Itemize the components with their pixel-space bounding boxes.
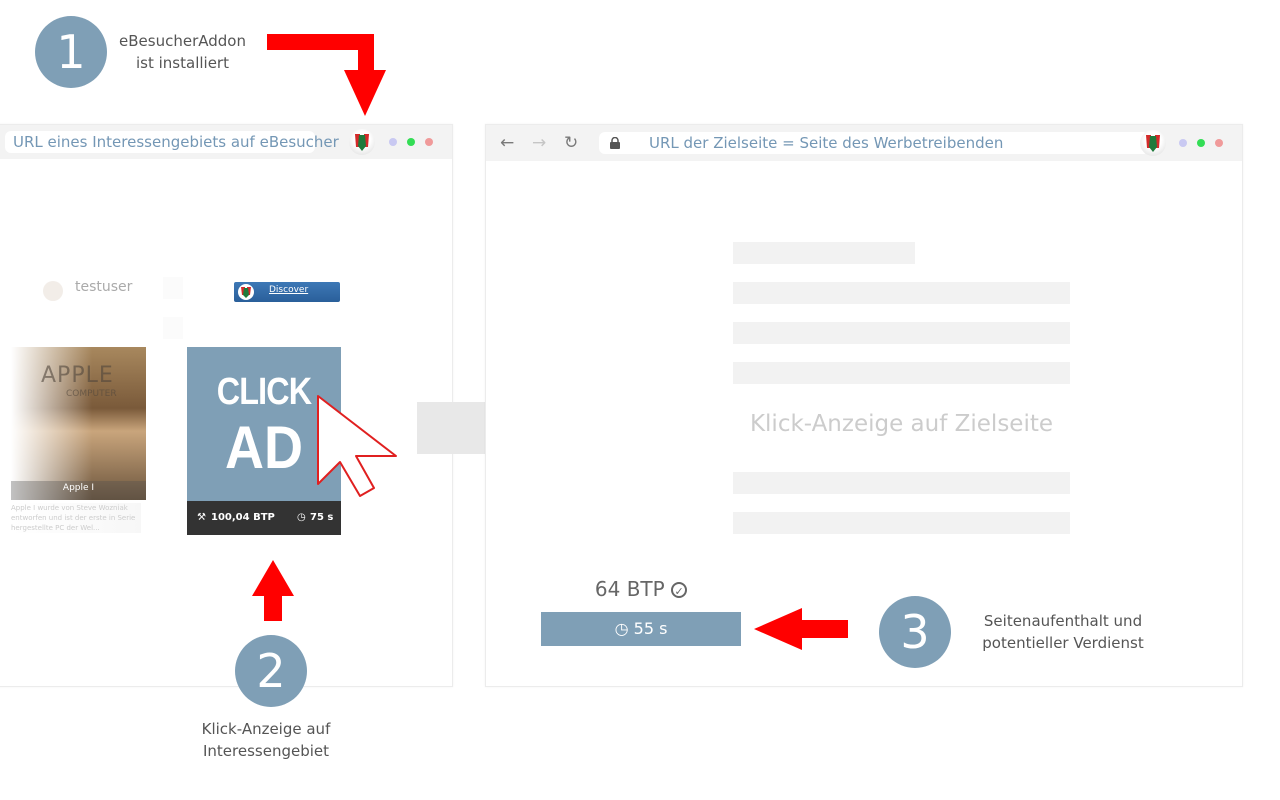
skeleton-line <box>733 242 915 264</box>
red-arrow-head <box>344 70 386 116</box>
earnings-value: 64 BTP <box>594 577 665 601</box>
window-dot-red <box>425 138 433 146</box>
username[interactable]: testuser <box>75 279 132 295</box>
target-page-label: Klick-Anzeige auf Zielseite <box>749 411 1054 437</box>
reload-icon[interactable]: ↻ <box>564 132 578 154</box>
placeholder-block <box>163 317 183 339</box>
skeleton-line <box>733 472 1070 494</box>
skeleton-line <box>733 322 1070 344</box>
skeleton-line <box>733 512 1070 534</box>
window-dot-green <box>407 138 415 146</box>
right-url-text: URL der Zielseite = Seite des Werbetreib… <box>649 134 1004 152</box>
right-browser-window: ← → ↻ URL der Zielseite = Seite des Werb… <box>485 124 1243 687</box>
step-2-label-line1: Klick-Anzeige auf <box>201 720 331 738</box>
click-ad-footer: ⚒ 100,04 BTP ◷ 75 s <box>187 501 341 535</box>
user-avatar <box>43 281 63 301</box>
ebesucher-logo-icon <box>238 284 254 300</box>
click-ad-line1: CLICK <box>216 371 312 413</box>
step-2-badge: 2 <box>235 635 307 707</box>
left-url-bar[interactable]: URL eines Interessengebiets auf eBesuche… <box>5 131 339 153</box>
apple-card[interactable]: APPLE COMPUTER Apple I Apple I wurde von… <box>11 347 146 537</box>
skeleton-line <box>733 362 1070 384</box>
earnings-display: 64 BTP ✓ <box>541 577 741 601</box>
window-dot-green <box>1197 139 1205 147</box>
step-1-badge: 1 <box>35 16 107 88</box>
window-dot-red <box>1215 139 1223 147</box>
ebesucher-addon-icon[interactable] <box>1140 130 1166 156</box>
ebesucher-addon-icon[interactable] <box>349 129 375 155</box>
back-icon[interactable]: ← <box>500 132 514 154</box>
apple-card-description: Apple I wurde von Steve Wozniak entworfe… <box>11 503 141 533</box>
timer-bar: ◷ 55 s <box>541 612 741 646</box>
step-1-label-line1: eBesucherAddon <box>119 32 246 50</box>
window-dot-purple <box>1179 139 1187 147</box>
discover-button[interactable]: Discover <box>234 282 340 302</box>
clock-icon: ◷ <box>614 619 629 638</box>
lock-icon <box>610 137 620 149</box>
apple-card-title: Apple I <box>62 483 95 493</box>
mouse-cursor-icon <box>317 395 397 497</box>
skeleton-line <box>733 282 1070 304</box>
check-circle-icon: ✓ <box>671 582 688 598</box>
left-titlebar: URL eines Interessengebiets auf eBesuche… <box>0 125 452 159</box>
timer-value: 55 s <box>633 619 668 638</box>
click-ad-duration: 75 s <box>310 512 334 523</box>
step-1-label-line2: ist installiert <box>136 54 229 72</box>
apple-computer-image: APPLE COMPUTER Apple I <box>11 347 146 500</box>
step-2-label: Klick-Anzeige auf Interessengebiet <box>186 718 346 762</box>
apple-image-subtext: COMPUTER <box>66 389 117 399</box>
discover-label: Discover <box>269 285 309 295</box>
click-ad-price: 100,04 BTP <box>211 512 275 523</box>
placeholder-block <box>163 277 183 299</box>
step-2-label-line2: Interessengebiet <box>202 742 330 760</box>
right-url-bar[interactable]: URL der Zielseite = Seite des Werbetreib… <box>599 132 1149 154</box>
hammer-icon: ⚒ <box>197 512 206 523</box>
step-3-badge: 3 <box>879 596 951 668</box>
step-3-label-line2: potentieller Verdienst <box>982 634 1144 652</box>
step-3-label-line1: Seitenaufenthalt und <box>983 612 1143 630</box>
window-dot-purple <box>389 138 397 146</box>
step-1-label: eBesucherAddon ist installiert <box>110 30 255 74</box>
right-titlebar: ← → ↻ URL der Zielseite = Seite des Werb… <box>486 125 1242 161</box>
step-3-label: Seitenaufenthalt und potentieller Verdie… <box>968 610 1158 654</box>
clock-icon: ◷ <box>297 512 306 523</box>
forward-icon[interactable]: → <box>532 132 546 154</box>
apple-image-text: APPLE <box>41 363 114 388</box>
